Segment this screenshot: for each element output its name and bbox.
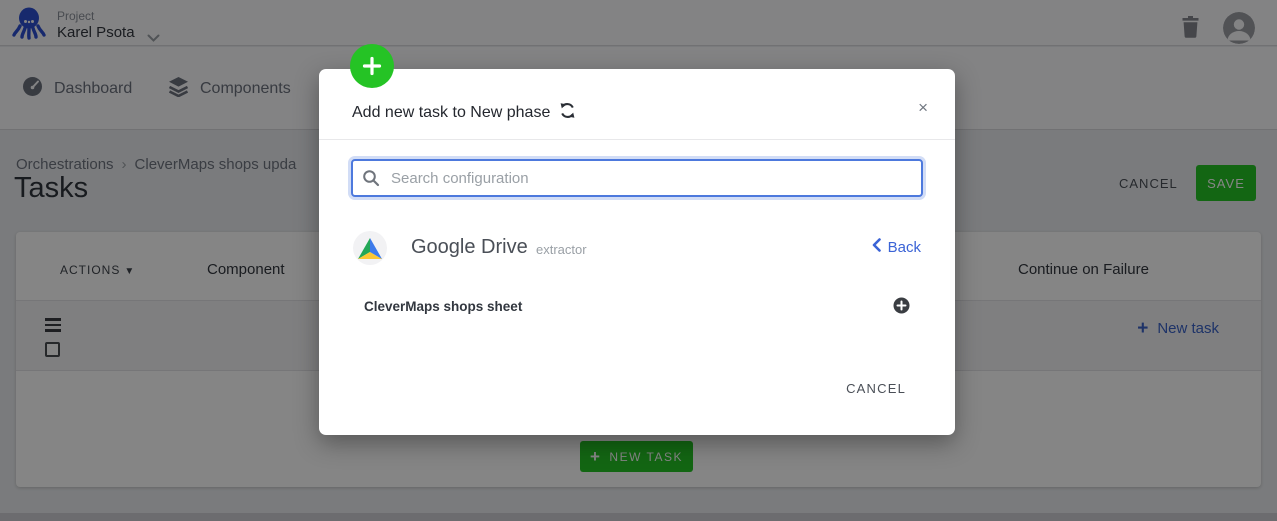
app-root: Project Karel Psota xyxy=(0,0,1277,521)
component-header-row: Google Drive extractor Back xyxy=(353,231,921,265)
add-task-modal: Add new task to New phase × xyxy=(319,69,955,435)
chevron-left-icon xyxy=(872,238,881,256)
modal-title: Add new task to New phase xyxy=(352,102,576,124)
modal-cancel-button[interactable]: CANCEL xyxy=(846,381,906,396)
configuration-name: CleverMaps shops sheet xyxy=(364,299,522,314)
component-name: Google Drive xyxy=(411,236,528,259)
configuration-row[interactable]: CleverMaps shops sheet xyxy=(364,297,921,317)
search-input[interactable] xyxy=(351,159,923,197)
search-box xyxy=(351,159,923,197)
refresh-icon[interactable] xyxy=(559,102,576,124)
add-configuration-icon[interactable] xyxy=(893,297,910,319)
component-type-label: extractor xyxy=(536,242,587,257)
modal-divider xyxy=(319,139,955,140)
add-fab-button[interactable] xyxy=(350,44,394,88)
google-drive-icon xyxy=(353,231,387,265)
back-link[interactable]: Back xyxy=(872,238,921,256)
close-icon[interactable]: × xyxy=(918,99,928,116)
